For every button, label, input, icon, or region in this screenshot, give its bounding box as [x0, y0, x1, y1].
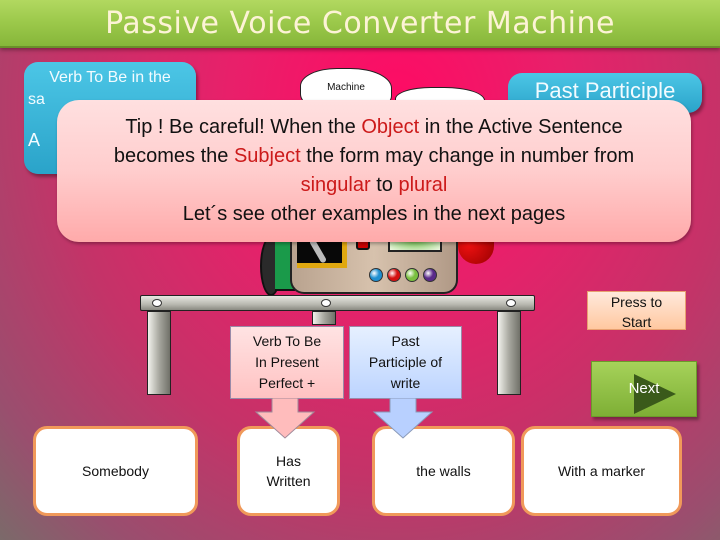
start-button-label: Press to	[610, 294, 663, 310]
screw-icon	[321, 299, 331, 307]
callout-line: Participle of	[368, 354, 443, 370]
next-button[interactable]: Next	[591, 361, 697, 417]
callout-line: Past	[391, 333, 420, 349]
indicator-light-blue	[369, 268, 383, 282]
tip-highlight-singular: singular	[300, 174, 371, 196]
tip-highlight-subject: Subject	[233, 145, 301, 167]
machine-table	[140, 295, 535, 311]
word-card-text: the walls	[416, 463, 471, 479]
callout-line: write	[390, 375, 421, 391]
indicator-light-red	[387, 268, 401, 282]
tip-line-4: Let´s see other examples in the next pag…	[182, 203, 566, 225]
word-card-subject: Somebody	[33, 426, 198, 516]
callout-line: Verb To Be	[252, 333, 322, 349]
word-card-text: Has	[276, 453, 301, 469]
screw-icon	[152, 299, 162, 307]
down-arrow-pink-icon	[254, 398, 316, 439]
table-leg-middle	[312, 311, 336, 325]
machine-cloud-label: Machine	[327, 82, 365, 93]
callout-line: Perfect +	[258, 375, 316, 391]
indicator-light-purple	[423, 268, 437, 282]
tip-highlight-plural: plural	[398, 174, 448, 196]
tip-popup: Tip ! Be careful! When the Object in the…	[57, 100, 691, 242]
word-card-text: With a marker	[557, 463, 646, 479]
word-card-complement: With a marker	[521, 426, 682, 516]
verb-to-be-callout: Verb To Be In Present Perfect +	[230, 326, 344, 399]
screw-icon	[506, 299, 516, 307]
past-participle-callout: Past Participle of write	[349, 326, 462, 399]
tip-highlight-object: Object	[361, 116, 420, 138]
tip-line-3: singular to plural	[57, 171, 691, 200]
tip-text: the form may change in number from	[300, 145, 635, 167]
next-button-label: Next	[628, 380, 660, 397]
tip-text: becomes the	[113, 145, 234, 167]
press-to-start-button[interactable]: Press to Start	[587, 291, 686, 330]
tip-text: in the Active Sentence	[419, 116, 623, 138]
start-button-label: Start	[621, 314, 652, 330]
tip-text: to	[370, 174, 399, 196]
tip-text: Tip ! Be careful! When the	[125, 116, 362, 138]
callout-line: In Present	[255, 354, 319, 370]
indicator-light-green	[405, 268, 419, 282]
tip-line-1: Tip ! Be careful! When the Object in the…	[57, 113, 691, 142]
verb-to-be-label-line1: Verb To Be in the	[49, 69, 171, 86]
title-bar: Passive Voice Converter Machine	[0, 0, 720, 48]
tip-line-2: becomes the Subject the form may change …	[57, 142, 691, 171]
table-leg-right	[497, 311, 521, 395]
word-card-text: Written	[266, 473, 311, 489]
down-arrow-blue-icon	[372, 398, 434, 439]
page-title: Passive Voice Converter Machine	[105, 5, 615, 41]
converter-machine	[255, 236, 495, 296]
word-card-text: Somebody	[82, 463, 149, 479]
table-leg-left	[147, 311, 171, 395]
